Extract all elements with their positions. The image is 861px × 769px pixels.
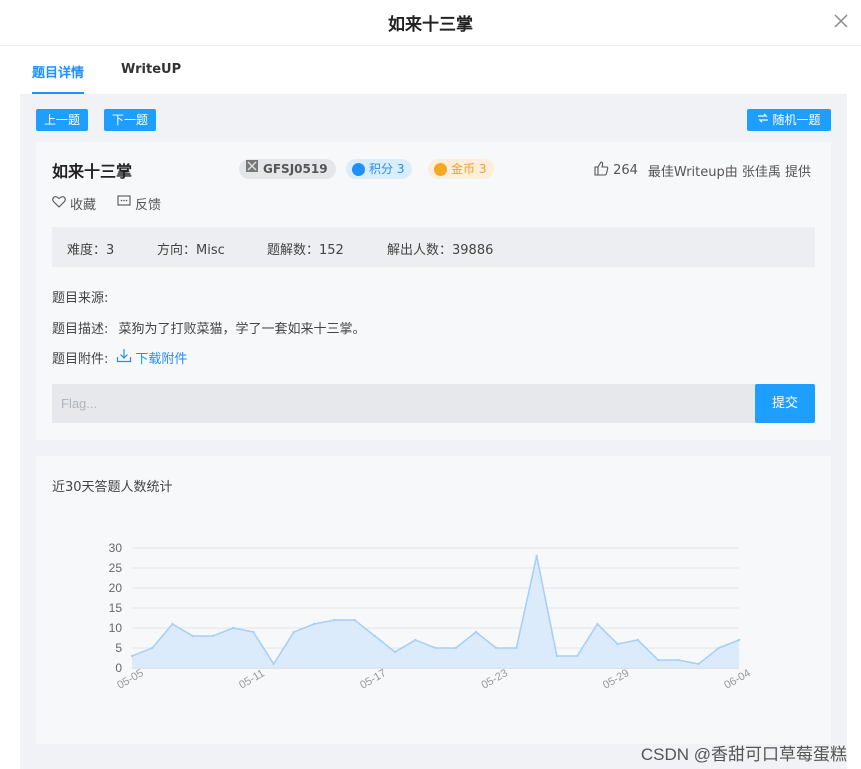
data-point xyxy=(474,630,478,634)
description-line: 题目描述: 菜狗为了打败菜猫，学了一套如来十三掌。 xyxy=(52,318,366,337)
download-label: 下载附件 xyxy=(135,352,188,367)
question-card: 如来十三掌 GFSJ0519 积分 3 金币 3 264 最佳Writeup由 … xyxy=(36,142,831,440)
attachment-label: 题目附件: xyxy=(52,352,109,367)
data-point xyxy=(636,638,640,642)
data-point xyxy=(495,646,498,650)
data-point xyxy=(272,662,275,666)
favorite-button[interactable]: 收藏 xyxy=(52,194,96,213)
data-point xyxy=(292,630,296,634)
y-tick-label: 30 xyxy=(109,541,123,555)
source-label: 题目来源: xyxy=(52,291,109,306)
y-tick-label: 0 xyxy=(115,661,122,675)
data-point xyxy=(312,622,316,626)
random-question-button[interactable]: 随机一题 xyxy=(747,109,831,131)
data-point xyxy=(353,618,356,622)
data-point xyxy=(454,646,457,650)
coin-icon xyxy=(434,162,447,176)
submit-button[interactable]: 提交 xyxy=(755,384,815,423)
modal-header: 如来十三掌 xyxy=(0,0,861,46)
download-icon xyxy=(116,348,132,367)
heart-icon xyxy=(52,195,66,212)
question-id-badge: GFSJ0519 xyxy=(239,159,336,179)
data-point xyxy=(697,662,700,666)
likes-area: 264 最佳Writeup由 张佳禹 提供 xyxy=(594,161,811,180)
data-point xyxy=(151,646,154,650)
data-point xyxy=(717,646,720,650)
series-area xyxy=(132,556,739,668)
question-id-text: GFSJ0519 xyxy=(263,162,328,176)
stats-bar: 难度：3 方向：Misc 题解数：152 解出人数：39886 xyxy=(52,227,815,267)
chart-card: 近30天答题人数统计 0 5 10 15 20 25 30 05-05 05-11 05-17 05… xyxy=(36,456,831,744)
data-point xyxy=(434,646,437,650)
y-tick-label: 5 xyxy=(115,641,122,655)
y-tick-label: 20 xyxy=(109,581,123,595)
x-tick-label: 05-29 xyxy=(601,667,631,691)
data-point xyxy=(191,634,194,638)
score-text: 积分 3 xyxy=(369,162,405,176)
data-point xyxy=(211,634,215,638)
data-point xyxy=(231,626,235,630)
tab-question-details[interactable]: 题目详情 xyxy=(32,62,85,94)
shuffle-icon xyxy=(757,109,769,131)
description-label: 题目描述: xyxy=(52,322,109,337)
coins-text: 金币 3 xyxy=(451,162,487,176)
favorite-label: 收藏 xyxy=(70,198,97,213)
data-point xyxy=(535,554,538,558)
x-tick-label: 06-04 xyxy=(722,667,752,691)
feedback-label: 反馈 xyxy=(135,198,162,213)
likes-count: 264 xyxy=(613,163,638,178)
content-panel: 上一题 下一题 随机一题 如来十三掌 GFSJ0519 积分 3 金币 3 26… xyxy=(20,94,847,769)
description-text: 菜狗为了打败菜猫，学了一套如来十三掌。 xyxy=(118,322,366,337)
data-point xyxy=(515,646,518,650)
score-icon xyxy=(352,162,365,176)
question-title: 如来十三掌 xyxy=(52,162,133,181)
y-tick-label: 25 xyxy=(109,561,123,575)
direction-stat: 方向：Misc xyxy=(157,243,225,258)
x-tick-label: 05-23 xyxy=(480,667,510,691)
data-point xyxy=(130,654,134,658)
next-question-button[interactable]: 下一题 xyxy=(104,109,156,131)
data-point xyxy=(373,634,376,638)
x-tick-label: 05-17 xyxy=(358,667,388,691)
watermark-text: CSDN @香甜可口草莓蛋糕 xyxy=(640,745,847,764)
data-point xyxy=(596,622,599,626)
random-question-label: 随机一题 xyxy=(772,113,821,127)
tab-writeup[interactable]: WriteUP xyxy=(121,62,181,88)
data-point xyxy=(656,658,660,662)
feedback-button[interactable]: 反馈 xyxy=(117,194,161,213)
best-writeup-text: 最佳Writeup由 张佳禹 提供 xyxy=(647,165,811,180)
data-point xyxy=(677,658,680,662)
download-attachment-link[interactable]: 下载附件 xyxy=(116,348,187,367)
y-tick-label: 10 xyxy=(109,621,123,635)
x-tick-label: 05-11 xyxy=(237,667,267,691)
data-point xyxy=(414,638,417,642)
thumbs-up-icon[interactable] xyxy=(594,161,609,180)
attachment-line: 题目附件: 下载附件 xyxy=(52,348,187,367)
solves-stat: 题解数：152 xyxy=(267,243,344,258)
close-icon[interactable] xyxy=(831,11,851,31)
difficulty-stat: 难度：3 xyxy=(67,243,115,258)
y-tick-label: 15 xyxy=(109,601,123,615)
coins-badge: 金币 3 xyxy=(428,159,495,179)
tab-bar: 题目详情 WriteUP xyxy=(18,52,848,94)
data-point xyxy=(575,654,579,658)
feedback-icon xyxy=(117,195,131,212)
modal-title: 如来十三掌 xyxy=(388,15,473,35)
answer-stats-chart: 05101520253005-05 05-11 05-17 05-23 05-29 06-… xyxy=(109,541,753,692)
data-point xyxy=(555,654,559,658)
score-badge: 积分 3 xyxy=(346,159,413,179)
data-point xyxy=(737,638,741,642)
solvers-stat: 解出人数：39886 xyxy=(387,243,494,258)
flag-input[interactable] xyxy=(52,384,762,423)
data-point xyxy=(616,642,619,646)
data-point xyxy=(171,622,174,626)
prev-question-button[interactable]: 上一题 xyxy=(36,109,88,131)
data-point xyxy=(393,650,397,654)
puzzle-icon xyxy=(245,159,259,179)
data-point xyxy=(252,630,255,634)
data-point xyxy=(333,618,336,622)
